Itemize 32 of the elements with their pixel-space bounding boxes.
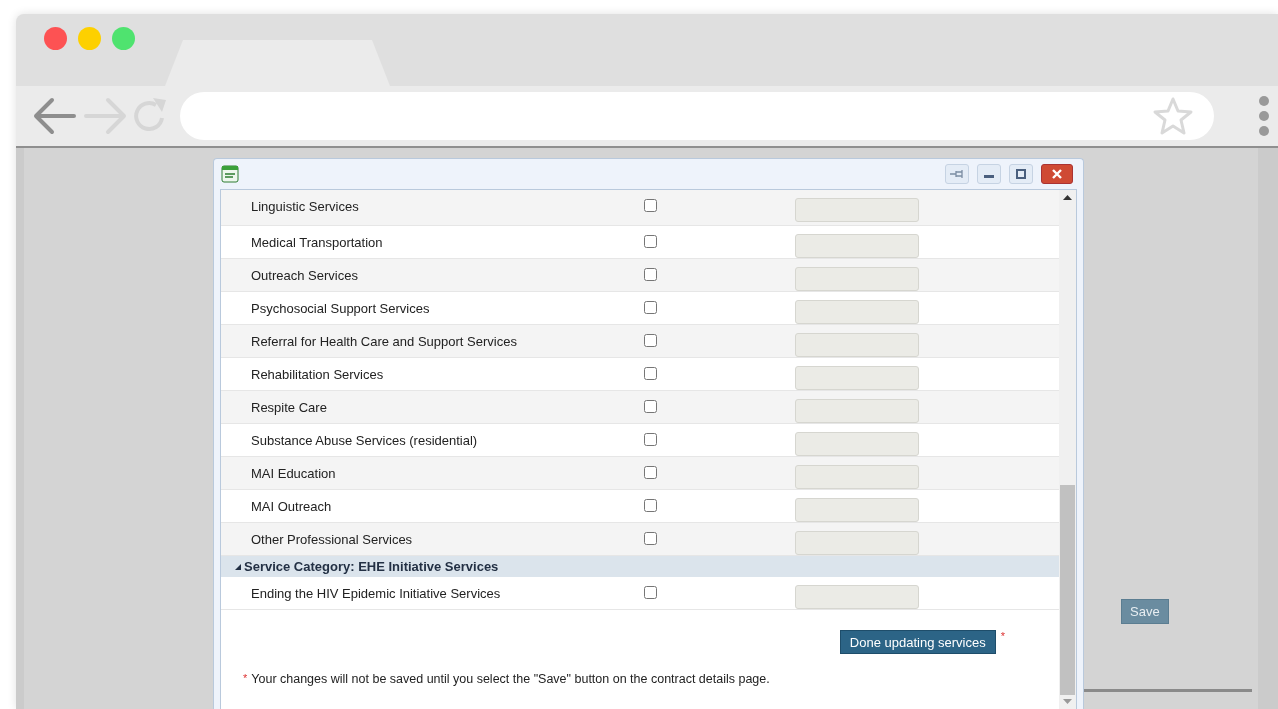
service-label: Referral for Health Care and Support Services [251,333,518,350]
maximize-icon [1016,169,1026,179]
minimize-button[interactable] [977,164,1001,184]
category-header[interactable]: Service Category: EHE Initiative Services [221,556,1059,577]
menu-icon[interactable] [1258,96,1270,136]
service-label: MAI Education [251,465,337,482]
save-note: Your changes will not be saved until you select the "Save" button on the contract details page. [251,672,770,686]
scroll-thumb[interactable] [1060,485,1075,695]
close-icon [1051,169,1063,179]
service-label: Outreach Services [251,267,359,284]
maximize-button[interactable] [1009,164,1033,184]
pin-icon [949,169,965,179]
service-label: MAI Outreach [251,498,333,515]
required-mark: * [1000,630,1005,644]
service-label: Other Professional Services [251,531,414,548]
service-label: Psychosocial Support Services [251,300,431,317]
pin-button[interactable] [945,164,969,184]
window-icon [221,165,239,183]
service-label: Linguistic Services [251,198,360,215]
minimize-dot-icon[interactable] [78,26,101,50]
close-dot-icon[interactable] [44,26,67,50]
service-label: Rehabilitation Services [251,366,385,383]
close-button[interactable] [1041,164,1073,184]
zoom-dot-icon[interactable] [112,26,135,50]
service-label: Substance Abuse Services (residential) [251,432,479,449]
service-label: Medical Transportation [251,234,384,251]
star-icon[interactable] [1152,96,1194,136]
done-button[interactable]: Done updating services [839,630,996,654]
note-mark: * [243,672,248,686]
back-icon[interactable] [32,96,78,136]
service-label: Ending the HIV Epidemic Initiative Services [251,585,502,602]
service-label: Respite Care [251,399,328,416]
